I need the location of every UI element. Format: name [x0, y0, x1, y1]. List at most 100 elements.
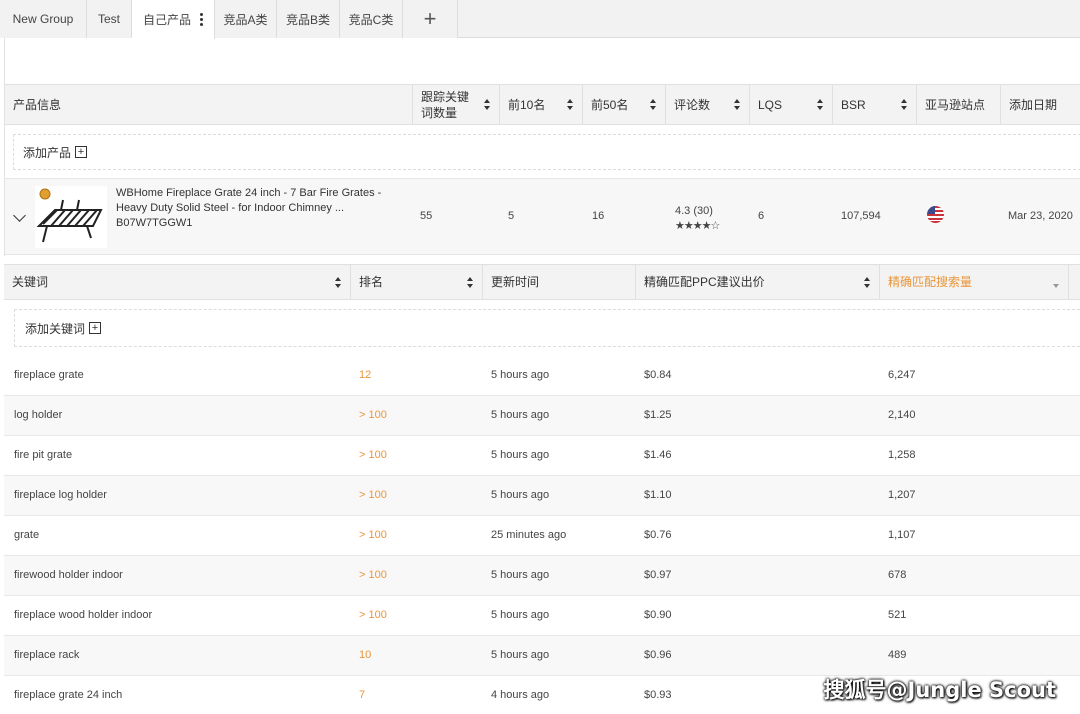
add-tab-button[interactable]: + — [403, 0, 458, 38]
keyword-cell: fireplace log holder — [14, 489, 107, 501]
keyword-table: 关键词 排名 更新时间 精确匹配PPC建议出价 精确匹配搜索量 添加关键词 + … — [4, 264, 1080, 714]
us-flag-icon — [927, 206, 944, 223]
table-row[interactable]: log holder > 100 5 hours ago $1.25 2,140 — [4, 396, 1080, 436]
sort-icon — [567, 99, 573, 110]
updated-cell: 5 hours ago — [491, 449, 550, 461]
keyword-cell: grate — [14, 529, 40, 541]
add-product-label: 添加产品 — [23, 145, 72, 160]
search-volume-cell: 1,107 — [888, 529, 916, 541]
sort-desc-icon — [1053, 277, 1059, 288]
tab-label: 竞品A类 — [223, 12, 268, 27]
ppc-cell: $1.25 — [644, 409, 672, 421]
top10-value: 5 — [508, 210, 515, 222]
header-marketplace: 亚马逊站点 — [916, 85, 1000, 124]
more-options-icon[interactable] — [200, 13, 203, 26]
header-date-added: 添加日期 — [1000, 85, 1080, 124]
table-row[interactable]: fireplace log holder > 100 5 hours ago $1.1… — [4, 476, 1080, 516]
tab-new-group[interactable]: New Group — [0, 0, 87, 38]
plus-icon: + — [75, 146, 88, 158]
header-reviews[interactable]: 评论数 — [665, 85, 749, 124]
watermark: 搜狐号@Jungle Scout — [823, 678, 1057, 702]
sort-icon — [650, 99, 656, 110]
search-volume-cell: 1,258 — [888, 449, 916, 461]
keyword-cell: fireplace grate 24 inch — [14, 689, 123, 701]
tracked-keywords-value: 55 — [420, 210, 433, 222]
header-product-info: 产品信息 — [13, 97, 62, 112]
keyword-table-header: 关键词 排名 更新时间 精确匹配PPC建议出价 精确匹配搜索量 — [4, 264, 1080, 300]
sort-icon — [901, 99, 907, 110]
table-row[interactable]: grate > 100 25 minutes ago $0.76 1,107 — [4, 516, 1080, 556]
table-row[interactable]: fireplace rack 10 5 hours ago $0.96 489 — [4, 636, 1080, 676]
keyword-cell: firewood holder indoor — [14, 569, 123, 581]
product-table-header: 产品信息 跟踪关键词数量 前10名 前50名 评论数 LQS BSR 亚马逊站点… — [5, 84, 1080, 125]
tab-competitor-a[interactable]: 竞品A类 — [215, 0, 277, 38]
ppc-cell: $0.93 — [644, 689, 672, 701]
search-volume-cell: 521 — [888, 609, 907, 621]
header-lqs[interactable]: LQS — [749, 85, 832, 124]
updated-cell: 5 hours ago — [491, 369, 550, 381]
tab-label: 自己产品 — [142, 13, 191, 27]
table-row[interactable]: fireplace grate 12 5 hours ago $0.84 6,247 — [4, 356, 1080, 396]
rank-cell: 10 — [359, 649, 372, 661]
header-rank[interactable]: 排名 — [350, 265, 482, 299]
header-keyword[interactable]: 关键词 — [4, 265, 350, 299]
sort-icon — [734, 99, 740, 110]
ppc-cell: $1.46 — [644, 449, 672, 461]
ppc-cell: $0.96 — [644, 649, 672, 661]
product-row: WBHome Fireplace Grate 24 inch - 7 Bar F… — [5, 178, 1080, 255]
product-title[interactable]: WBHome Fireplace Grate 24 inch - 7 Bar F… — [116, 186, 386, 231]
ppc-cell: $0.84 — [644, 369, 672, 381]
table-row[interactable]: firewood holder indoor > 100 5 hours ago $0… — [4, 556, 1080, 596]
product-image — [35, 186, 107, 248]
rank-cell: > 100 — [359, 489, 387, 501]
table-row[interactable]: fire pit grate > 100 5 hours ago $1.46 1,258 — [4, 436, 1080, 476]
search-volume-cell: 2,140 — [888, 409, 916, 421]
plus-icon: + — [89, 322, 102, 334]
header-spacer — [1068, 265, 1080, 299]
chevron-down-icon[interactable] — [13, 209, 26, 222]
updated-cell: 5 hours ago — [491, 649, 550, 661]
header-tracked-keywords[interactable]: 跟踪关键词数量 — [412, 85, 499, 124]
rank-cell: > 100 — [359, 529, 387, 541]
add-product-button[interactable]: 添加产品 + — [13, 134, 1080, 170]
header-top50[interactable]: 前50名 — [582, 85, 665, 124]
header-updated: 更新时间 — [482, 265, 635, 299]
product-asin: B07W7TGGW1 — [116, 217, 193, 229]
ppc-cell: $0.90 — [644, 609, 672, 621]
updated-cell: 4 hours ago — [491, 689, 550, 701]
reviews-value: 4.3 (30) — [675, 205, 713, 217]
tab-label: 竞品C类 — [348, 12, 394, 27]
tab-competitor-b[interactable]: 竞品B类 — [277, 0, 340, 38]
rank-cell: > 100 — [359, 569, 387, 581]
sort-icon — [335, 277, 341, 288]
keyword-cell: log holder — [14, 409, 63, 421]
header-ppc-bid[interactable]: 精确匹配PPC建议出价 — [635, 265, 879, 299]
updated-cell: 5 hours ago — [491, 609, 550, 621]
rank-cell: > 100 — [359, 609, 387, 621]
header-bsr[interactable]: BSR — [832, 85, 916, 124]
header-top10[interactable]: 前10名 — [499, 85, 582, 124]
search-volume-cell: 489 — [888, 649, 907, 661]
rating-stars: ★★★★☆ — [675, 220, 720, 232]
bsr-value: 107,594 — [841, 210, 881, 222]
search-volume-cell: 1,207 — [888, 489, 916, 501]
header-search-volume[interactable]: 精确匹配搜索量 — [879, 265, 1068, 299]
product-title-text: WBHome Fireplace Grate 24 inch - 7 Bar F… — [116, 187, 382, 214]
table-row[interactable]: fireplace wood holder indoor > 100 5 hours… — [4, 596, 1080, 636]
tab-competitor-c[interactable]: 竞品C类 — [340, 0, 403, 38]
product-table: 产品信息 跟踪关键词数量 前10名 前50名 评论数 LQS BSR 亚马逊站点… — [4, 38, 1080, 256]
updated-cell: 5 hours ago — [491, 409, 550, 421]
rank-cell: 7 — [359, 689, 366, 701]
ppc-cell: $0.76 — [644, 529, 672, 541]
add-keyword-button[interactable]: 添加关键词 + — [14, 309, 1080, 347]
ppc-cell: $1.10 — [644, 489, 672, 501]
updated-cell: 5 hours ago — [491, 569, 550, 581]
keyword-cell: fireplace grate — [14, 369, 84, 381]
keyword-cell: fireplace rack — [14, 649, 80, 661]
sort-icon — [817, 99, 823, 110]
keyword-cell: fireplace wood holder indoor — [14, 609, 153, 621]
tab-test[interactable]: Test — [87, 0, 132, 38]
rank-cell: 12 — [359, 369, 372, 381]
tab-own-products[interactable]: 自己产品 — [132, 0, 215, 39]
rank-cell: > 100 — [359, 409, 387, 421]
